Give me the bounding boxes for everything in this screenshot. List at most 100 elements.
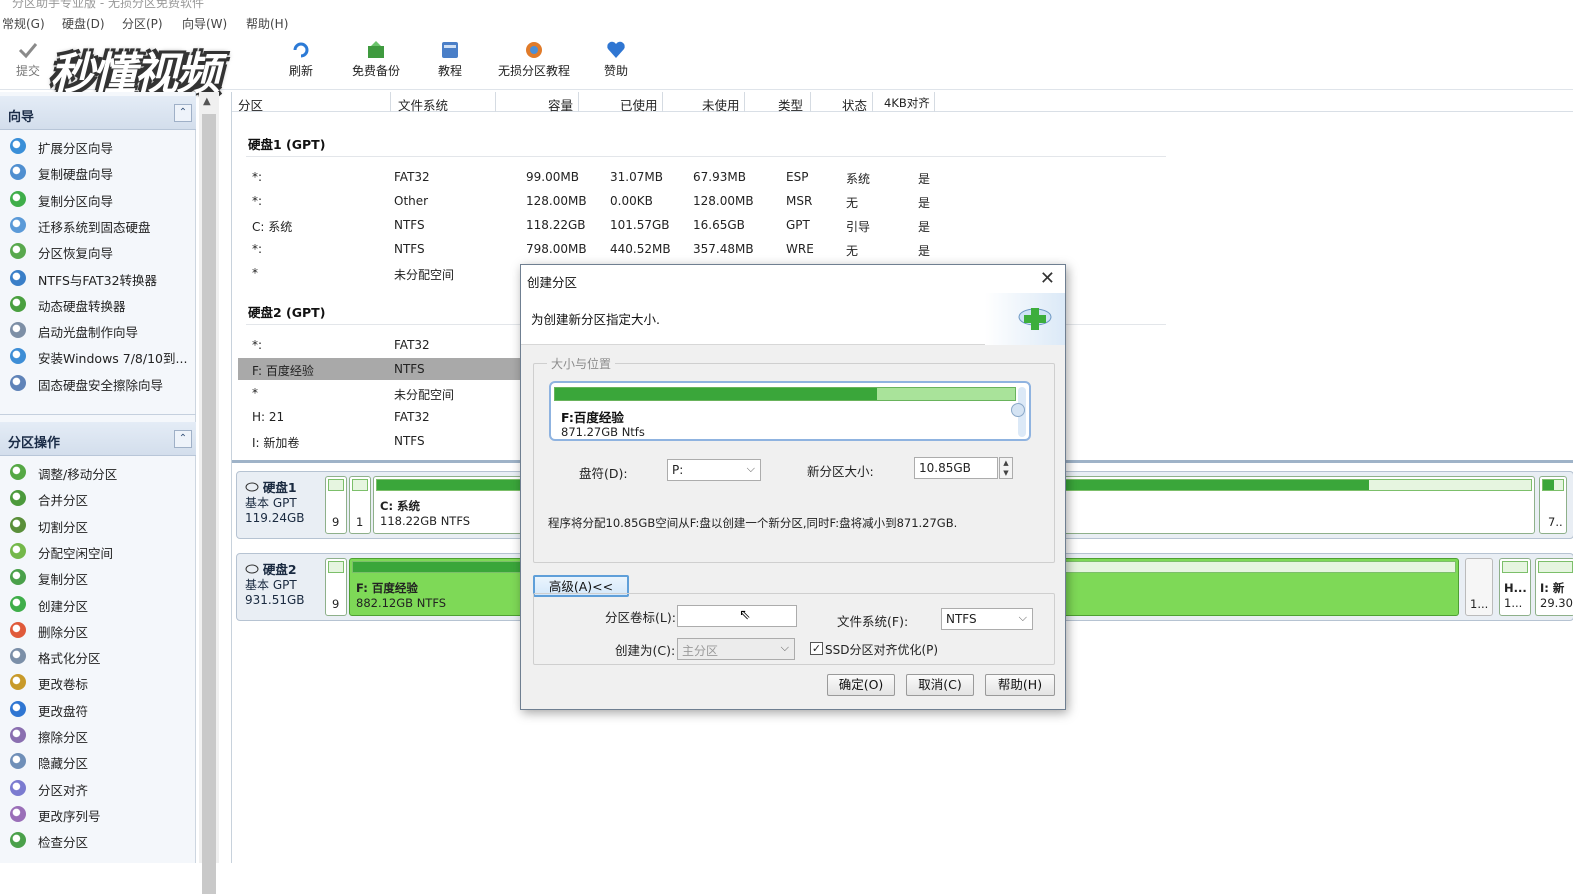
donate-button[interactable]: 赞助 — [600, 40, 632, 79]
menu-disk[interactable]: 硬盘(D) — [62, 15, 105, 32]
menu-general[interactable]: 常规(G) — [2, 15, 45, 32]
disk1-map-part-wre[interactable]: 7.. — [1539, 476, 1567, 534]
ops-item-icon — [10, 805, 26, 822]
cell-cap: 118.22GB — [526, 218, 586, 232]
dialog-header-logo — [985, 293, 1065, 345]
col-status[interactable]: 状态 — [842, 95, 867, 114]
wizard-item-label: 扩展分区向导 — [38, 141, 114, 156]
c-name: C: 系统 — [380, 499, 421, 513]
cell-used: 31.07MB — [610, 170, 663, 184]
cell-align: 是 — [918, 172, 931, 186]
partition-size-slider[interactable]: F:百度经验 871.27GB Ntfs — [549, 381, 1031, 441]
col-separator — [810, 92, 811, 112]
lossless-tutorial-button[interactable]: 无损分区教程 — [494, 40, 574, 79]
cell-free: 16.65GB — [693, 218, 745, 232]
wizard-item-label: 启动光盘制作向导 — [38, 325, 139, 341]
new-size-input[interactable]: 10.85GB — [914, 457, 998, 479]
col-free[interactable]: 未使用 — [702, 95, 740, 114]
c-size: 118.22GB NTFS — [380, 514, 471, 528]
h-size: 1... — [1504, 596, 1523, 610]
partition-row[interactable]: *: NTFS 798.00MB 440.52MB 357.48MB WRE 无 是 — [238, 238, 1573, 260]
cell-type: ESP — [786, 170, 809, 184]
menu-bar: 常规(G) 硬盘(D) 分区(P) 向导(W) 帮助(H) — [0, 12, 1573, 34]
wizard-panel-header: 向导 ⌃ — [0, 96, 196, 130]
ops-item-label: 更改序列号 — [38, 808, 101, 824]
i-name: I: 新 — [1540, 581, 1565, 595]
col-filesystem[interactable]: 文件系统 — [398, 95, 448, 114]
ops-item-label: 更改卷标 — [38, 677, 89, 693]
submit-button[interactable]: 提交 — [12, 40, 44, 79]
dialog-header: 为创建新分区指定大小. — [521, 293, 1065, 345]
wizard-panel-title: 向导 — [8, 110, 35, 125]
collapse-icon[interactable]: ⌃ — [174, 104, 192, 122]
disk2-map-part-h[interactable]: H... 1... — [1499, 558, 1531, 616]
cell-fs: Other — [394, 194, 429, 208]
cell-name: * — [252, 386, 258, 400]
col-used[interactable]: 已使用 — [620, 95, 658, 114]
partition-row[interactable]: C: 系统 NTFS 118.22GB 101.57GB 16.65GB GPT 引导 是 — [238, 214, 1573, 236]
collapse-icon[interactable]: ⌃ — [174, 430, 192, 448]
menu-partition[interactable]: 分区(P) — [122, 15, 163, 32]
col-type[interactable]: 类型 — [778, 95, 803, 114]
partition-slider-bar[interactable] — [554, 387, 1016, 401]
slider-knob[interactable] — [1011, 403, 1025, 417]
disk2-map-part-i[interactable]: I: 新 29.30 — [1535, 558, 1573, 616]
wizard-item-icon — [10, 374, 26, 391]
menu-help[interactable]: 帮助(H) — [246, 15, 288, 32]
cancel-button[interactable]: 取消(C) — [906, 674, 974, 696]
disk2-map-size: 931.51GB — [245, 593, 305, 607]
column-header: 分区 文件系统 容量 已使用 未使用 类型 状态 4KB对齐 — [232, 92, 1573, 114]
ops-item-label: 隐藏分区 — [38, 756, 89, 772]
ops-panel-title: 分区操作 — [8, 436, 61, 451]
cell-fs: 未分配空间 — [394, 268, 455, 282]
partition-row[interactable]: *: FAT32 99.00MB 31.07MB 67.93MB ESP 系统 是 — [238, 166, 1573, 188]
cell-name: *: — [252, 194, 263, 208]
ops-item-label: 擦除分区 — [38, 730, 89, 745]
create-partition-dialog: 创建分区 ✕ 为创建新分区指定大小. 大小与位置 F:百度经验 871.27GB… — [520, 264, 1066, 710]
cell-free: 357.48MB — [693, 242, 754, 256]
col-4k-align[interactable]: 4KB对齐 — [884, 95, 930, 111]
wizard-item-label: 复制分区向导 — [38, 193, 114, 209]
cell-status: 无 — [846, 196, 859, 210]
disk1-map-label: 硬盘1 基本 GPT 119.24GB — [245, 480, 305, 526]
disk1-map-p2-label: 1 — [356, 515, 364, 529]
disk2-map-part-fat32[interactable]: 9 — [325, 558, 347, 616]
ok-button[interactable]: 确定(O) — [827, 674, 895, 696]
partition-row[interactable]: *: Other 128.00MB 0.00KB 128.00MB MSR 无 是 — [238, 190, 1573, 212]
scroll-up-icon[interactable]: ▲ — [203, 96, 211, 107]
help-button[interactable]: 帮助(H) — [985, 674, 1055, 696]
volume-label-input[interactable] — [677, 605, 797, 627]
close-icon[interactable]: ✕ — [1040, 268, 1055, 289]
tutorial-button[interactable]: 教程 — [434, 40, 466, 79]
window-titlebar: 分区助手专业版 - 无损分区免费软件 — [0, 0, 1573, 12]
partition-row[interactable]: F: 百度经验 NTFS — [238, 358, 522, 380]
wizard-item-icon — [10, 216, 26, 233]
filesystem-select[interactable]: NTFS ⌵ — [941, 608, 1033, 630]
ops-item-icon — [10, 490, 26, 507]
backup-button[interactable]: 免费备份 — [348, 40, 404, 79]
disk2-map-unallocated[interactable]: 1... — [1465, 558, 1493, 616]
ops-item-label: 更改盘符 — [38, 703, 89, 719]
col-partition[interactable]: 分区 — [238, 95, 263, 114]
create-as-select[interactable]: 主分区 ⌵ — [677, 638, 795, 660]
ops-item-label: 调整/移动分区 — [38, 467, 118, 482]
wizard-item-label: NTFS与FAT32转换器 — [38, 272, 158, 288]
ssd-align-checkbox[interactable]: ✓ — [810, 642, 823, 655]
disk1-map-part-esp[interactable]: 9 — [325, 476, 347, 534]
window-title: 分区助手专业版 - 无损分区免费软件 — [12, 0, 204, 10]
ops-item-icon — [10, 674, 26, 691]
scroll-thumb[interactable] — [202, 114, 216, 894]
add-disk-icon — [1018, 308, 1052, 330]
cell-status: 无 — [846, 244, 859, 258]
disk2-map-name: 硬盘2 — [262, 562, 297, 577]
ops-item-icon — [10, 516, 26, 533]
col-capacity[interactable]: 容量 — [548, 95, 573, 114]
drive-letter-select[interactable]: P: ⌵ — [667, 459, 761, 481]
ops-item-icon — [10, 621, 26, 638]
menu-wizard[interactable]: 向导(W) — [182, 15, 227, 32]
disk1-map-part-msr[interactable]: 1 — [349, 476, 371, 534]
sidebar-scrollbar[interactable]: ▲ — [199, 92, 219, 894]
cell-name: H: 21 — [252, 410, 285, 424]
size-spinner[interactable]: ▲ ▼ — [999, 457, 1013, 479]
col-separator — [934, 92, 935, 112]
